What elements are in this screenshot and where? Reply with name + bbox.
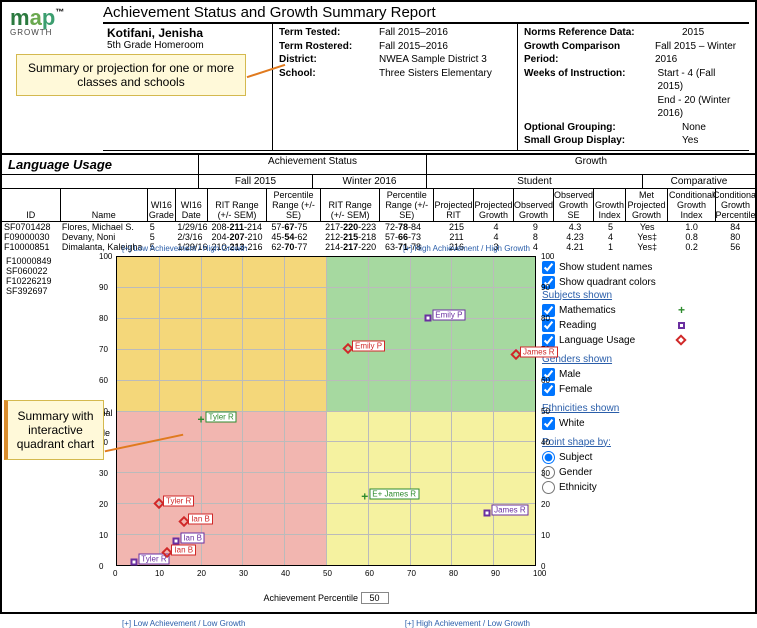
col-4: RIT Range (+/- SEM) <box>207 189 267 221</box>
data-point[interactable]: +Tyler R <box>197 415 204 426</box>
table-row: SF0701428Flores, Michael S.51/29/16208-2… <box>2 222 755 232</box>
teacher-class: 5th Grade Homeroom <box>107 40 268 51</box>
data-point[interactable]: James R <box>483 508 490 519</box>
quad-label-br[interactable]: [+] High Achievement / Low Growth <box>405 619 530 628</box>
group-comparative: Comparative <box>642 175 755 188</box>
table-row: F10000851Dimalanta, Kaleigha51/29/16210-… <box>2 242 755 252</box>
col-5: Percentile Range (+/- SE) <box>266 189 320 221</box>
subject-title: Language Usage <box>2 155 198 174</box>
term-fall: Fall 2015 <box>198 175 312 188</box>
genders-title: Genders shown <box>542 354 685 365</box>
data-point[interactable]: Emily P <box>424 313 431 324</box>
col-2: WI16 Grade <box>147 189 175 221</box>
chk-show-names[interactable] <box>542 261 555 274</box>
quad-label-bl[interactable]: [+] Low Achievement / Low Growth <box>122 619 245 628</box>
col-12: Growth Index <box>593 189 625 221</box>
group-growth: Growth <box>426 155 755 174</box>
col-1: Name <box>60 189 147 221</box>
data-point[interactable]: James R <box>512 350 520 361</box>
data-point[interactable]: Emily P <box>344 344 352 355</box>
quad-label-tr[interactable]: [+] High Achievement / High Growth <box>403 244 530 253</box>
col-3: WI16 Date <box>175 189 207 221</box>
data-point[interactable]: Ian B <box>163 549 171 560</box>
x-threshold-input[interactable] <box>361 592 389 604</box>
data-point[interactable]: Tyler R <box>130 558 137 569</box>
group-achievement: Achievement Status <box>198 155 426 174</box>
report-title: Achievement Status and Growth Summary Re… <box>103 4 749 24</box>
term-winter: Winter 2016 <box>312 175 426 188</box>
col-11: Observed Growth SE <box>553 189 593 221</box>
x-axis-label: Achievement Percentile <box>263 593 358 603</box>
col-7: Percentile Range (+/- SE) <box>379 189 433 221</box>
data-table: SF0701428Flores, Michael S.51/29/16208-2… <box>2 222 755 252</box>
col-10: Observed Growth <box>513 189 553 221</box>
group-student: Student <box>426 175 642 188</box>
quad-label-tl[interactable]: [+] Low Achievement / High Growth <box>122 244 247 253</box>
shape-title: Point shape by: <box>542 437 685 448</box>
callout-quadrant: Summary with interactive quadrant chart <box>4 400 104 460</box>
chk-ethnicity[interactable] <box>542 417 555 430</box>
col-14: Conditional Growth Index <box>667 189 715 221</box>
subjects-title: Subjects shown <box>542 290 685 301</box>
col-9: Projected Growth <box>473 189 513 221</box>
eth-title: Ethnicities shown <box>542 403 685 414</box>
radio-shape[interactable] <box>542 481 555 494</box>
data-point[interactable]: Tyler R <box>155 499 163 510</box>
table-row: F09000030Devany, Noni52/3/16204-207-2104… <box>2 232 755 242</box>
chart-controls: Show student names Show quadrant colors … <box>536 256 691 604</box>
meta-right: Norms Reference Data:2015Growth Comparis… <box>518 24 749 150</box>
quadrant-chart[interactable]: 0001010102020203030304040405050506060607… <box>116 256 536 566</box>
col-6: RIT Range (+/- SEM) <box>320 189 380 221</box>
radio-shape[interactable] <box>542 451 555 464</box>
callout-summary-projection: Summary or projection for one or more cl… <box>16 54 246 96</box>
data-point[interactable]: +E+ James R <box>361 493 368 504</box>
data-point[interactable]: Ian B <box>180 518 188 529</box>
col-13: Met Projected Growth <box>625 189 667 221</box>
meta-mid: Term Tested:Fall 2015–2016Term Rostered:… <box>273 24 518 150</box>
col-15: Conditional Growth Percentile <box>715 189 755 221</box>
col-8: Projected RIT <box>433 189 473 221</box>
teacher-name: Kotifani, Jenisha <box>107 26 268 40</box>
col-0: ID <box>2 189 60 221</box>
